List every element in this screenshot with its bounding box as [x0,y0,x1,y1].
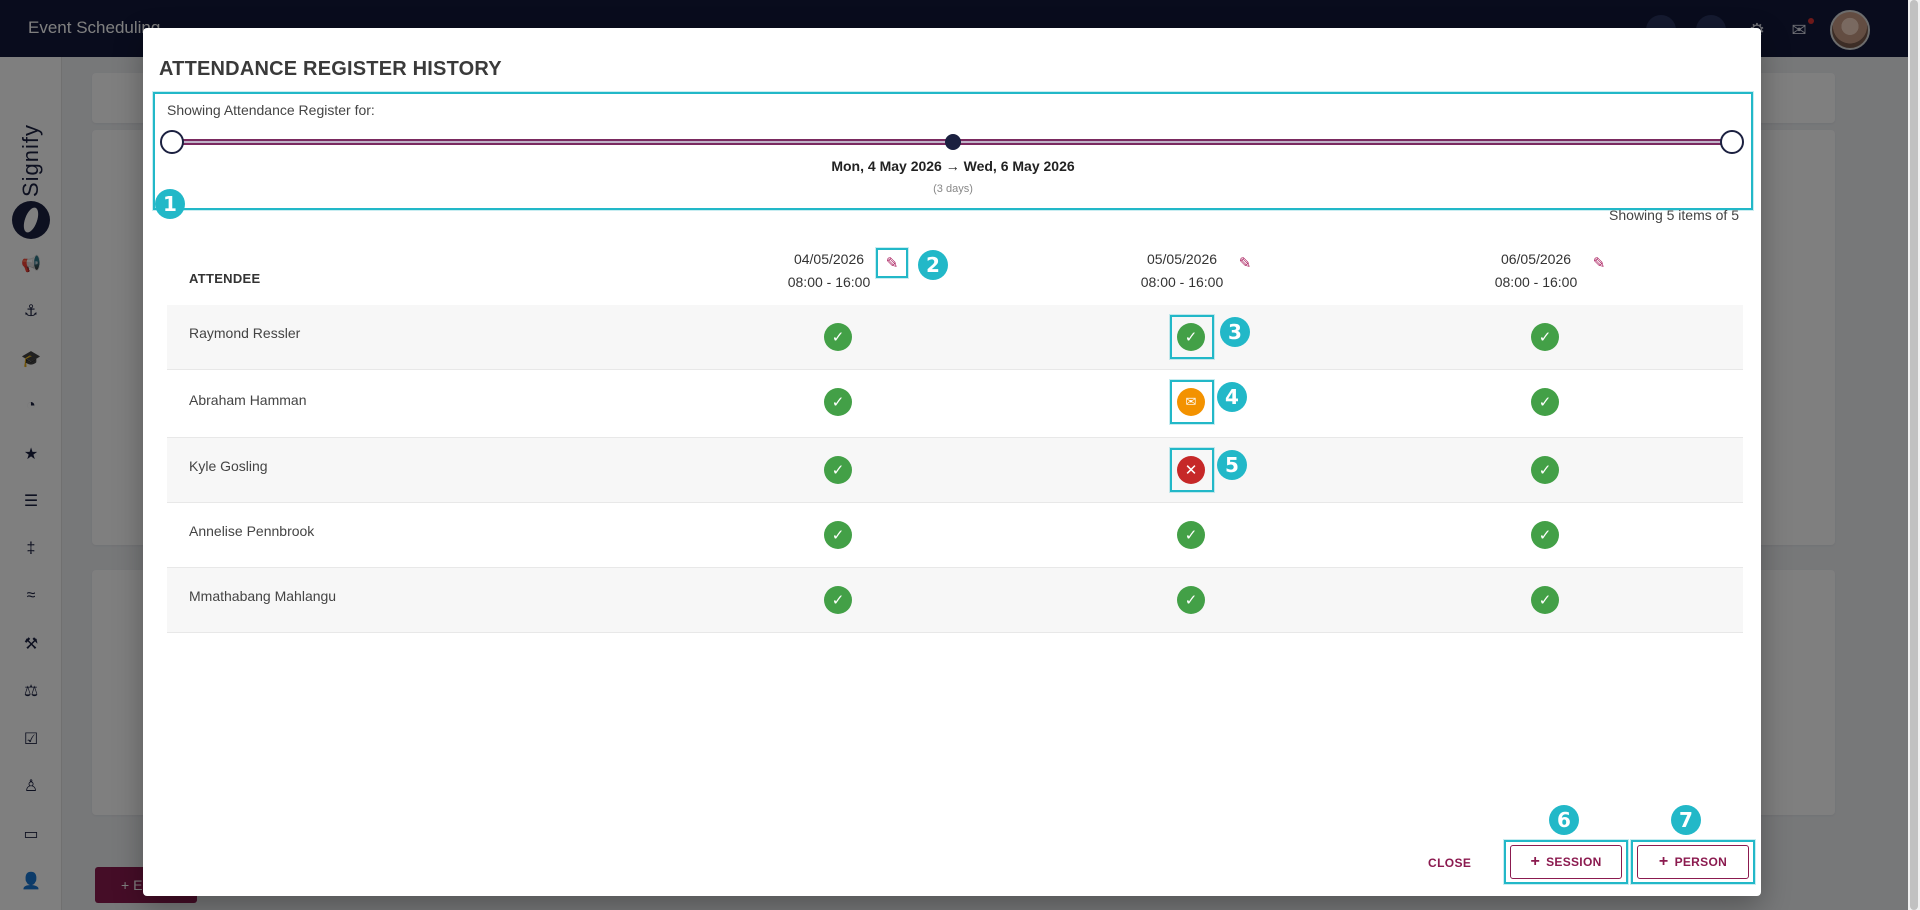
check-circle-icon[interactable]: ✓ [824,323,852,351]
session-time: 08:00 - 16:00 [1494,274,1578,290]
check-circle-icon[interactable]: ✓ [1531,323,1559,351]
check-circle-icon[interactable]: ✓ [1531,456,1559,484]
close-button[interactable]: CLOSE [1428,856,1471,870]
check-circle-icon[interactable]: ✓ [824,586,852,614]
check-circle-icon[interactable]: ✓ [1531,586,1559,614]
edit-icon[interactable]: ✎ [1236,254,1254,272]
check-circle-icon[interactable]: ✓ [1531,521,1559,549]
marker-5: 5 [1217,450,1247,480]
marker-4: 4 [1217,382,1247,412]
page-scrollbar-thumb[interactable] [1910,0,1918,910]
highlight-excused-status [1170,380,1214,424]
modal-title: ATTENDANCE REGISTER HISTORY [159,58,502,80]
add-session-label: SESSION [1546,855,1602,869]
table-row: Mmathabang Mahlangu [167,568,1743,633]
marker-6: 6 [1549,805,1579,835]
edit-icon[interactable]: ✎ [1590,254,1608,272]
marker-2: 2 [918,250,948,280]
plus-icon: + [1658,853,1669,870]
add-person-label: PERSON [1674,855,1728,869]
range-start-handle[interactable] [160,130,184,154]
range-days: (3 days) [933,183,973,195]
attendee-name: Raymond Ressler [189,325,301,341]
table-row: Annelise Pennbrook [167,503,1743,568]
plus-icon: + [1530,853,1541,870]
table-row: Abraham Hamman [167,370,1743,438]
table-row: Raymond Ressler [167,305,1743,370]
page-scrollbar[interactable] [1908,0,1920,910]
highlight-present-status [1170,315,1214,359]
check-circle-icon[interactable]: ✓ [1531,388,1559,416]
marker-3: 3 [1220,317,1250,347]
attendance-history-modal: ATTENDANCE REGISTER HISTORY Showing Atte… [143,28,1761,896]
marker-7: 7 [1671,805,1701,835]
check-circle-icon[interactable]: ✓ [824,456,852,484]
add-person-button[interactable]: + PERSON [1637,845,1749,879]
check-circle-icon[interactable]: ✓ [1177,521,1205,549]
add-session-button[interactable]: + SESSION [1510,845,1622,879]
attendee-name: Mmathabang Mahlangu [189,588,337,604]
table-row: Kyle Gosling [167,438,1743,503]
attendee-name: Abraham Hamman [189,392,307,408]
attendee-column-header: ATTENDEE [189,271,261,286]
range-text: Mon, 4 May 2026 → Wed, 6 May 2026 [831,158,1075,174]
range-mid-marker[interactable] [945,134,961,150]
session-time: 08:00 - 16:00 [1140,274,1224,290]
attendee-name: Kyle Gosling [189,458,268,474]
range-end-handle[interactable] [1720,130,1744,154]
check-circle-icon[interactable]: ✓ [824,388,852,416]
attendee-name: Annelise Pennbrook [189,523,315,539]
range-label: Showing Attendance Register for: [167,102,375,118]
check-circle-icon[interactable]: ✓ [1177,586,1205,614]
items-count: Showing 5 items of 5 [1609,207,1739,223]
check-circle-icon[interactable]: ✓ [824,521,852,549]
marker-1: 1 [155,189,185,219]
highlight-edit-session [876,248,908,278]
highlight-absent-status [1170,448,1214,492]
